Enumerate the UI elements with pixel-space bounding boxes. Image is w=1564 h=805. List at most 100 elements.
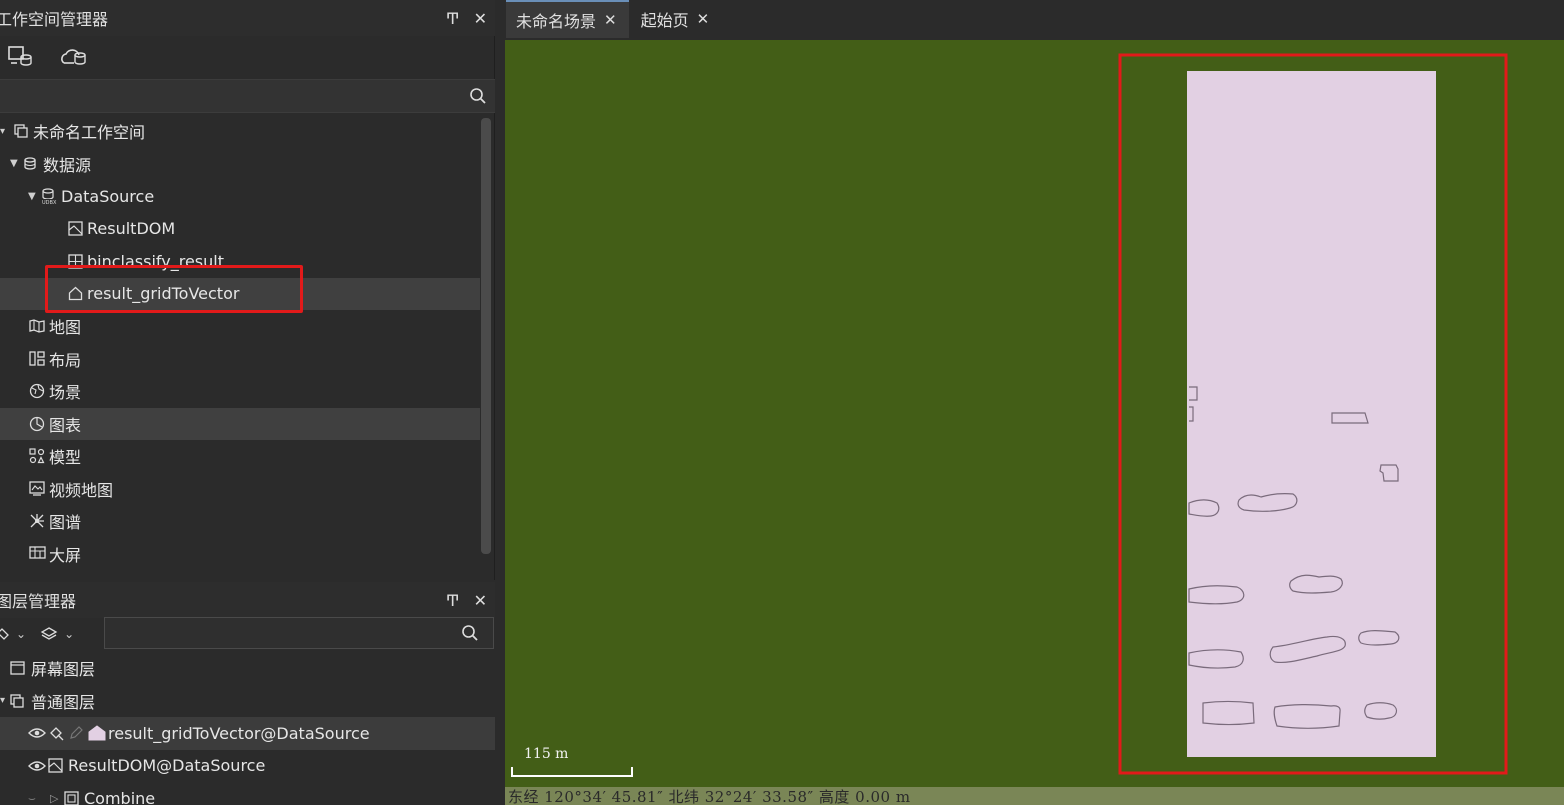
chart-icon <box>28 416 46 432</box>
scene-viewport[interactable]: 115 m <box>505 40 1564 787</box>
tree-item-scenes[interactable]: 场景 <box>0 375 480 408</box>
local-workspace-icon <box>8 46 32 66</box>
hidden-eye-icon[interactable]: ⌣ <box>28 791 50 805</box>
layer-style-icon <box>0 628 9 640</box>
layer-stack-dropdown[interactable]: ⌄ <box>40 626 74 642</box>
raster-dataset-icon <box>66 221 84 237</box>
udbx-datasource-icon: UDBX <box>40 188 58 205</box>
scene-icon <box>28 383 46 399</box>
visibility-eye-icon[interactable] <box>28 760 48 772</box>
layer-manager-panel: 图层管理器 Ͳ ✕ ⌄ ⌄ 屏幕图层 ▾ 普通图层 result_gridToV… <box>0 582 495 805</box>
tree-item-datasource[interactable]: ▼ UDBX DataSource <box>0 180 480 213</box>
tree-item-label: 图谱 <box>49 513 82 533</box>
editable-icon[interactable] <box>68 725 88 741</box>
raster-layer-icon <box>48 758 68 773</box>
search-icon <box>470 88 486 104</box>
workspace-panel-title: 工作空间管理器 <box>0 10 109 29</box>
highlight-box <box>45 264 303 313</box>
map-icon <box>28 318 46 334</box>
layer-style-dropdown[interactable]: ⌄ <box>0 627 26 641</box>
layer-item-combine[interactable]: ⌣ ▷ Combine <box>0 782 495 805</box>
tree-item-label: 未命名工作空间 <box>33 123 146 143</box>
layer-item-screen[interactable]: 屏幕图层 <box>0 652 495 685</box>
datasources-icon <box>22 156 40 172</box>
graph-icon <box>28 513 46 529</box>
tree-item-resultdom[interactable]: ResultDOM <box>0 213 480 246</box>
layer-item-normal[interactable]: ▾ 普通图层 <box>0 685 495 718</box>
layer-item-label: ResultDOM@DataSource <box>68 756 266 776</box>
tree-item-graphs[interactable]: 图谱 <box>0 505 480 538</box>
visibility-eye-icon[interactable] <box>28 727 48 739</box>
video-map-icon <box>28 481 46 497</box>
layer-search-input[interactable] <box>104 617 494 649</box>
coordinate-statusbar: 东经 120°34′ 45.81″ 北纬 32°24′ 33.58″ 高度 0.… <box>505 787 1564 805</box>
pin-icon[interactable]: Ͳ <box>446 591 460 610</box>
region-polygon <box>1187 71 1436 757</box>
tree-item-maps[interactable]: 地图 <box>0 310 480 343</box>
layer-item-label: 屏幕图层 <box>31 660 96 680</box>
close-icon[interactable]: ✕ <box>474 591 487 610</box>
tab-close-icon[interactable]: ✕ <box>697 10 710 28</box>
tab-label: 未命名场景 <box>516 12 597 31</box>
scale-bar <box>511 767 633 777</box>
selectable-icon[interactable] <box>48 725 68 741</box>
tree-item-label: 图表 <box>49 415 82 435</box>
close-icon[interactable]: ✕ <box>474 9 487 28</box>
tree-item-label: 大屏 <box>49 545 82 565</box>
tree-item-dashboards[interactable]: 大屏 <box>0 538 480 571</box>
expand-arrow-icon[interactable]: ▾ <box>0 126 12 137</box>
tree-item-video-maps[interactable]: 视频地图 <box>0 473 480 506</box>
scale-label: 115 m <box>524 746 569 762</box>
scene-canvas <box>1118 53 1508 775</box>
local-workspace-button[interactable] <box>4 41 36 71</box>
layer-item-result-gridtovector[interactable]: result_gridToVector@DataSource <box>0 717 495 750</box>
expand-arrow-icon[interactable]: ▷ <box>50 792 64 805</box>
workspace-tree-scrollbar[interactable] <box>481 118 491 554</box>
layers-icon <box>40 627 58 640</box>
tree-item-layouts[interactable]: 布局 <box>0 343 480 376</box>
expand-arrow-icon[interactable]: ▼ <box>10 158 22 169</box>
tree-item-label: 视频地图 <box>49 480 114 500</box>
pin-icon[interactable]: Ͳ <box>446 9 460 28</box>
tree-item-workspace[interactable]: ▾ 未命名工作空间 <box>0 115 480 148</box>
model-icon <box>28 448 46 464</box>
chevron-down-icon: ⌄ <box>64 627 75 641</box>
tree-item-charts[interactable]: 图表 <box>0 407 480 440</box>
layer-tree: 屏幕图层 ▾ 普通图层 result_gridToVector@DataSour… <box>0 652 495 805</box>
layout-icon <box>28 351 46 367</box>
workspace-search-input[interactable] <box>0 79 495 113</box>
cloud-workspace-button[interactable] <box>58 41 90 71</box>
chevron-down-icon: ⌄ <box>16 627 27 641</box>
layer-item-resultdom[interactable]: ResultDOM@DataSource <box>0 750 495 783</box>
cloud-workspace-icon <box>61 49 86 65</box>
search-icon <box>462 625 478 641</box>
layer-item-label: result_gridToVector@DataSource <box>108 723 370 743</box>
tree-item-datasources[interactable]: ▼ 数据源 <box>0 148 480 181</box>
workspace-tree: ▾ 未命名工作空间 ▼ 数据源 ▼ UDBX DataSource Result… <box>0 115 480 570</box>
workspace-manager-panel: 工作空间管理器 Ͳ ✕ ▾ 未命名工作空间 ▼ 数据源 ▼ UDBX DataS… <box>0 0 495 580</box>
tree-item-label: 地图 <box>49 318 82 338</box>
tab-start-page[interactable]: 起始页 ✕ <box>631 0 722 38</box>
combine-layer-icon <box>64 791 84 805</box>
region-layer-icon <box>88 725 108 741</box>
tree-item-label: 场景 <box>49 383 82 403</box>
layer-item-label: Combine <box>84 788 156 805</box>
expand-arrow-icon[interactable]: ▾ <box>0 695 10 706</box>
workspace-icon <box>12 123 30 139</box>
tree-item-result-gridtovector[interactable]: result_gridToVector <box>0 264 480 313</box>
dashboard-icon <box>28 546 46 562</box>
layer-panel-title: 图层管理器 <box>0 592 77 611</box>
document-tabs: 未命名场景 ✕ 起始页 ✕ <box>500 0 1564 38</box>
normal-layer-icon <box>10 694 28 708</box>
tab-label: 起始页 <box>640 11 689 30</box>
tab-close-icon[interactable]: ✕ <box>604 11 617 29</box>
layer-panel-header: 图层管理器 Ͳ ✕ <box>0 582 495 618</box>
workspace-toolbar <box>0 38 495 74</box>
tree-item-label: 数据源 <box>43 155 92 175</box>
tab-untitled-scene[interactable]: 未命名场景 ✕ <box>506 0 629 38</box>
tree-item-models[interactable]: 模型 <box>0 440 480 473</box>
expand-arrow-icon[interactable]: ▼ <box>28 191 40 202</box>
workspace-panel-header: 工作空间管理器 Ͳ ✕ <box>0 0 495 36</box>
tree-item-label: DataSource <box>61 186 155 206</box>
svg-text:UDBX: UDBX <box>42 200 57 204</box>
